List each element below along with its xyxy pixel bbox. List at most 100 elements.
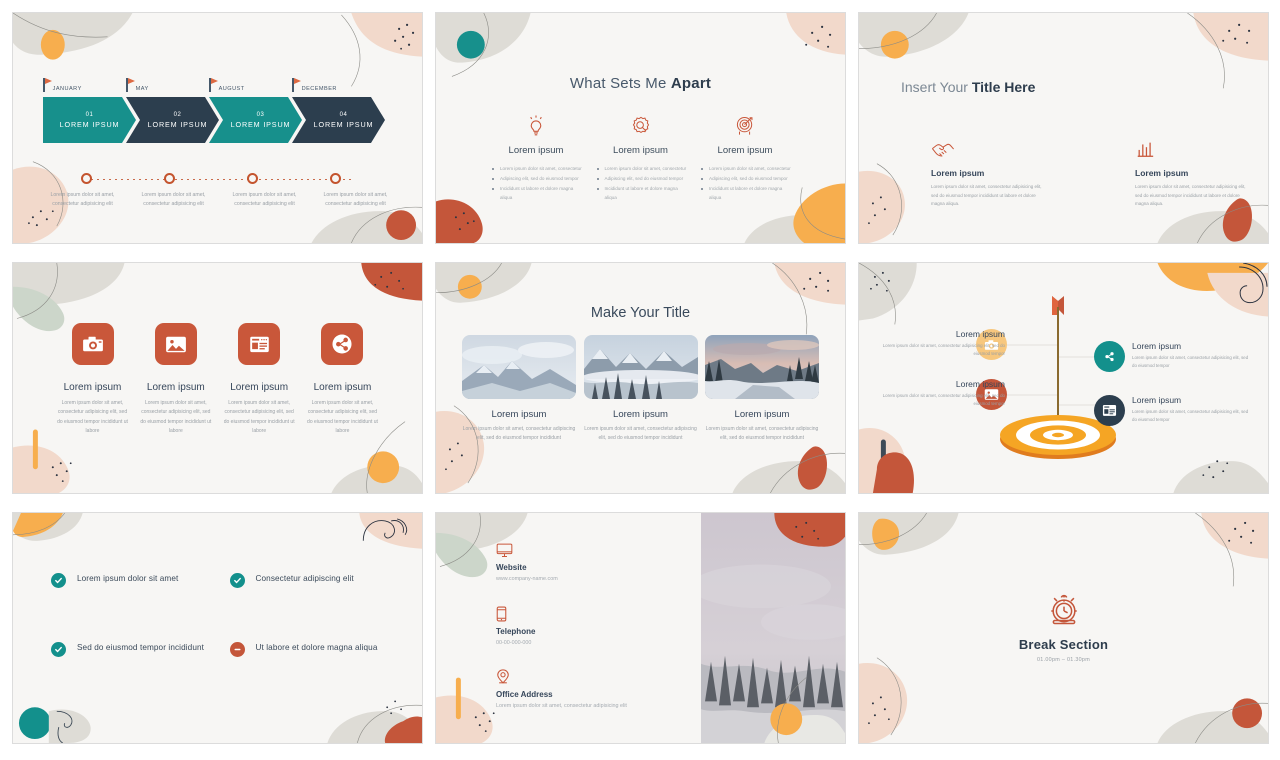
location-pin-icon <box>496 668 686 685</box>
feature-column[interactable]: Lorem ipsum Lorem ipsum dolor sit amet, … <box>305 323 380 436</box>
feature-columns: Lorem ipsum Lorem ipsum dolor sit amet, … <box>488 113 793 204</box>
checklist-item-text: Sed do eiusmod tempor incididunt <box>77 643 204 652</box>
slide-timeline[interactable]: JANUARY MAY AUGUST DECEMBER 01 LOREM IPS… <box>12 12 423 244</box>
feature-bullet: Lorem ipsum dolor sit amet, consectetur <box>492 165 584 174</box>
target-item[interactable]: Lorem ipsum Lorem ipsum dolor sit amet, … <box>879 379 1005 408</box>
timeline-step[interactable]: 03 LOREM IPSUM <box>209 97 302 143</box>
share-icon[interactable] <box>1094 341 1125 372</box>
slide-break-section[interactable]: Break Section 01.00pm – 01.30pm <box>858 512 1269 744</box>
timeline-step[interactable]: 01 LOREM IPSUM <box>43 97 136 143</box>
feature-column[interactable]: Lorem ipsum Lorem ipsum dolor sit amet, … <box>138 323 213 436</box>
timeline-arrow-bar: 01 LOREM IPSUM 02 LOREM IPSUM 03 LOREM I… <box>43 97 385 143</box>
share-icon <box>321 323 364 365</box>
news-icon <box>238 323 281 365</box>
checklist-items: Lorem ipsum dolor sit amet Consectetur a… <box>51 573 396 657</box>
contact-list: Website www.company-name.com Telephone 0… <box>496 541 686 732</box>
feature-column[interactable]: Lorem ipsum Lorem ipsum dolor sit amet, … <box>488 113 584 204</box>
target-item-heading: Lorem ipsum <box>955 329 1005 339</box>
lightbulb-icon <box>488 113 584 139</box>
feature-bullet: Incididunt ut labore et dolore magna ali… <box>701 185 793 203</box>
timeline-step[interactable]: 04 LOREM IPSUM <box>292 97 385 143</box>
checklist-item[interactable]: Ut labore et dolore magna aliqua <box>229 642 397 657</box>
checklist-item[interactable]: Lorem ipsum dolor sit amet <box>51 573 218 588</box>
timeline-step-number: 03 <box>256 111 265 118</box>
mountain-forest-photo <box>583 335 698 399</box>
photo-card-heading: Lorem ipsum <box>491 409 547 420</box>
feature-bullet: Adipiscing elit, sed do eiusmod tempor <box>701 175 793 184</box>
timeline-step-label: LOREM IPSUM <box>230 119 291 129</box>
contact-label: Office Address <box>496 690 553 700</box>
winter-river-photo <box>705 335 819 399</box>
slide-what-sets-me-apart[interactable]: What Sets Me Apart Lorem ipsum Lorem ips… <box>435 12 846 244</box>
timeline-flag-label: AUGUST <box>218 86 245 92</box>
minus-circle-icon <box>229 642 245 657</box>
slide-checklist[interactable]: Lorem ipsum dolor sit amet Consectetur a… <box>12 512 423 744</box>
target-item[interactable]: Lorem ipsum Lorem ipsum dolor sit amet, … <box>1132 341 1252 370</box>
timeline-milestone-dot[interactable] <box>247 173 258 184</box>
feature-column[interactable]: Lorem ipsum Lorem ipsum dolor sit amet, … <box>593 113 689 204</box>
medal-icon <box>593 113 689 139</box>
feature-column[interactable]: Lorem ipsum Lorem ipsum dolor sit amet, … <box>55 323 130 436</box>
feature-body: Lorem ipsum dolor sit amet, consectetur … <box>140 400 212 434</box>
contact-item[interactable]: Telephone 00-00-000-000 <box>496 605 686 648</box>
target-item-body: Lorem ipsum dolor sit amet, consectetur … <box>882 343 1005 357</box>
target-item-heading: Lorem ipsum <box>955 379 1005 389</box>
timeline-step[interactable]: 02 LOREM IPSUM <box>126 97 219 143</box>
timeline-milestone-dot[interactable] <box>330 173 341 184</box>
photo-card[interactable]: Lorem ipsum Lorem ipsum dolor sit amet, … <box>705 335 819 443</box>
timeline-milestone-dot[interactable] <box>81 173 92 184</box>
contact-item[interactable]: Office Address Lorem ipsum dolor sit ame… <box>496 668 686 711</box>
winter-forest-photo <box>701 513 845 743</box>
timeline-milestone-dot[interactable] <box>164 173 175 184</box>
feature-column[interactable]: Lorem ipsum Lorem ipsum dolor sit amet, … <box>222 323 297 436</box>
timeline-step-number: 01 <box>85 111 94 118</box>
target-item-heading: Lorem ipsum <box>1132 395 1182 405</box>
photo-card-body: Lorem ipsum dolor sit amet, consectetur … <box>584 426 697 441</box>
title-bold: Title Here <box>971 79 1036 95</box>
timeline-step-label: LOREM IPSUM <box>313 119 374 129</box>
feature-column[interactable]: Lorem ipsum Lorem ipsum dolor sit amet, … <box>697 113 793 204</box>
timeline-caption: Lorem ipsum dolor sit amet, consectetur … <box>232 192 297 208</box>
monitor-icon <box>496 541 686 558</box>
feature-column[interactable]: Lorem ipsum Lorem ipsum dolor sit amet, … <box>931 135 1043 209</box>
feature-heading: Lorem ipsum <box>313 382 372 393</box>
photo-card[interactable]: Lorem ipsum Lorem ipsum dolor sit amet, … <box>583 335 698 443</box>
timeline-step-label: LOREM IPSUM <box>59 119 120 129</box>
feature-column[interactable]: Lorem ipsum Lorem ipsum dolor sit amet, … <box>1135 135 1247 209</box>
slide-target-infographic[interactable]: Lorem ipsum Lorem ipsum dolor sit amet, … <box>858 262 1269 494</box>
break-block: Break Section 01.00pm – 01.30pm <box>859 591 1268 663</box>
feature-heading: Lorem ipsum <box>717 145 773 156</box>
feature-columns: Lorem ipsum Lorem ipsum dolor sit amet, … <box>55 323 380 436</box>
slide-make-your-title[interactable]: Make Your Title Lorem ipsum Lorem ipsum … <box>435 262 846 494</box>
contact-item[interactable]: Website www.company-name.com <box>496 541 686 584</box>
timeline-caption: Lorem ipsum dolor sit amet, consectetur … <box>323 192 388 208</box>
snowy-mountain-photo <box>462 335 576 399</box>
slide-four-features[interactable]: Lorem ipsum Lorem ipsum dolor sit amet, … <box>12 262 423 494</box>
feature-heading: Lorem ipsum <box>508 145 564 156</box>
timeline-step-number: 04 <box>339 111 348 118</box>
contact-value: Lorem ipsum dolor sit amet, consectetur … <box>496 703 627 710</box>
timeline-step-number: 02 <box>173 111 182 118</box>
photo-card[interactable]: Lorem ipsum Lorem ipsum dolor sit amet, … <box>462 335 576 443</box>
photo-card-body: Lorem ipsum dolor sit amet, consectetur … <box>462 426 576 441</box>
target-item-heading: Lorem ipsum <box>1132 341 1182 351</box>
feature-bullet: Incididunt ut labore et dolore magna ali… <box>492 185 584 203</box>
page-title: Insert Your Title Here <box>901 79 1035 95</box>
check-circle-icon <box>51 573 66 588</box>
target-item[interactable]: Lorem ipsum Lorem ipsum dolor sit amet, … <box>1132 395 1252 424</box>
photo-card-heading: Lorem ipsum <box>613 409 668 420</box>
contact-label: Telephone <box>496 626 536 636</box>
slide-contact[interactable]: Website www.company-name.com Telephone 0… <box>435 512 846 744</box>
check-circle-icon <box>229 573 245 588</box>
feature-bullet: Incididunt ut labore et dolore magna ali… <box>596 185 689 203</box>
break-title: Break Section <box>1018 637 1109 652</box>
contact-label: Website <box>496 563 527 572</box>
slide-insert-your-title[interactable]: Insert Your Title Here Lorem ipsum Lorem… <box>858 12 1269 244</box>
target-item[interactable]: Lorem ipsum Lorem ipsum dolor sit amet, … <box>879 329 1005 358</box>
camera-icon <box>71 323 114 365</box>
checklist-item-text: Consectetur adipiscing elit <box>255 574 354 583</box>
news-icon[interactable] <box>1094 395 1125 426</box>
checklist-item[interactable]: Consectetur adipiscing elit <box>229 573 397 588</box>
feature-heading: Lorem ipsum <box>230 382 289 393</box>
checklist-item[interactable]: Sed do eiusmod tempor incididunt <box>51 642 218 657</box>
